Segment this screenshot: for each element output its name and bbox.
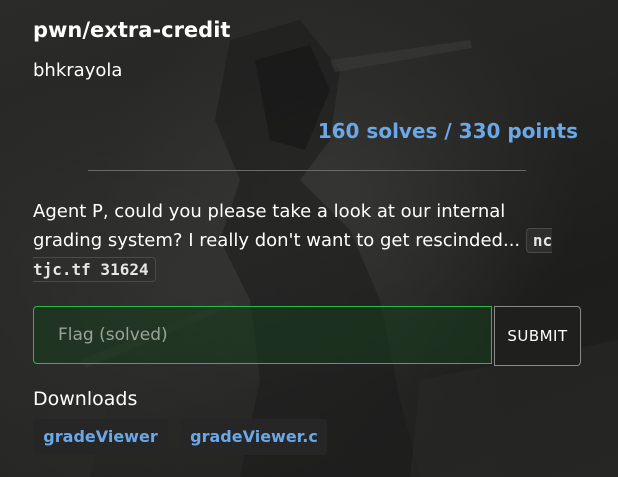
challenge-card: pwn/extra-credit bhkrayola 160 solves / … <box>0 0 618 477</box>
downloads-heading: Downloads <box>33 388 138 410</box>
download-link-gradeviewer[interactable]: gradeViewer <box>33 419 168 455</box>
download-link-gradeviewer-c[interactable]: gradeViewer.c <box>181 419 327 455</box>
challenge-stats: 160 solves / 330 points <box>317 119 578 143</box>
description-text: Agent P, could you please take a look at… <box>33 201 526 251</box>
flag-input[interactable] <box>33 306 492 364</box>
divider <box>88 170 526 171</box>
submit-button[interactable]: SUBMIT <box>494 306 581 366</box>
challenge-description: Agent P, could you please take a look at… <box>33 197 573 284</box>
challenge-title: pwn/extra-credit <box>33 18 231 42</box>
challenge-author: bhkrayola <box>33 60 123 81</box>
flag-form: SUBMIT <box>33 306 581 366</box>
